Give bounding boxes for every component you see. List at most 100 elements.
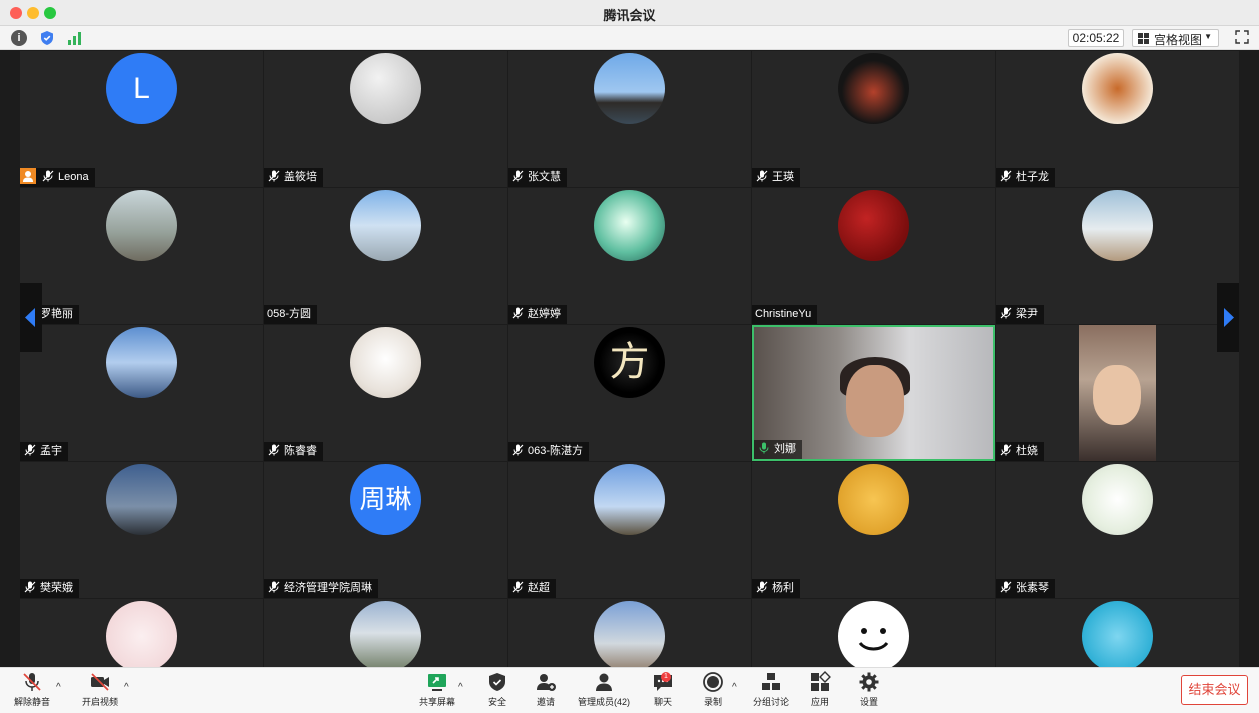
mic-muted-icon (512, 170, 524, 182)
participant-tile[interactable]: 孟宇 (20, 325, 263, 461)
apps-label: 应用 (810, 697, 829, 707)
gear-icon (859, 672, 879, 692)
participant-name: 杜娆 (1016, 445, 1038, 457)
security-label: 安全 (487, 697, 506, 707)
previous-page-button[interactable] (20, 283, 42, 352)
share-options-chevron[interactable]: ^ (458, 682, 463, 693)
avatar (1082, 53, 1153, 124)
record-button[interactable]: 录制 (699, 671, 727, 708)
grid-view-icon (1138, 33, 1149, 44)
participant-tile[interactable] (752, 599, 995, 667)
record-label: 录制 (703, 697, 722, 707)
participant-tile[interactable] (996, 599, 1239, 667)
avatar (350, 190, 421, 261)
participant-tile[interactable]: 杜娆 (996, 325, 1239, 461)
participant-name-tag: 经济管理学院周琳 (264, 579, 378, 598)
avatar (106, 190, 177, 261)
participant-tile[interactable]: 赵超 (508, 462, 751, 598)
participant-name: 赵婷婷 (528, 308, 561, 320)
video-options-chevron[interactable]: ^ (124, 682, 129, 693)
next-page-button[interactable] (1217, 283, 1239, 352)
view-mode-select[interactable]: 宫格视图 ▼ (1132, 29, 1219, 47)
mic-muted-icon (512, 581, 524, 593)
participant-tile[interactable]: 梁尹 (996, 188, 1239, 324)
bottom-toolbar: 解除静音 ^ 开启视频 ^ 共享屏幕 ^ 安全 邀请 管理成员(42) 1 聊天… (0, 667, 1259, 713)
audio-options-chevron[interactable]: ^ (56, 682, 61, 693)
chat-label: 聊天 (653, 697, 672, 707)
shield-icon[interactable] (39, 30, 55, 46)
participant-tile[interactable] (508, 599, 751, 667)
mic-muted-icon (1000, 307, 1012, 319)
participant-tile[interactable]: 盖筱培 (264, 51, 507, 187)
participant-tile[interactable]: 樊荣娥 (20, 462, 263, 598)
participant-tile[interactable]: 赵婷婷 (508, 188, 751, 324)
participant-tile[interactable]: 王瑛 (752, 51, 995, 187)
participant-name: 罗艳丽 (40, 308, 73, 320)
manage-members-button[interactable]: 管理成员(42) (575, 671, 633, 708)
meeting-window: 腾讯会议 i 02:05:22 宫格视图 ▼ L Leona 盖筱培 张文慧 王瑛 杜子龙… (0, 0, 1259, 713)
participant-tile[interactable]: 张文慧 (508, 51, 751, 187)
breakout-rooms-button[interactable]: 分组讨论 (753, 671, 789, 708)
participant-name: 杨利 (772, 582, 794, 594)
apps-icon (811, 671, 831, 691)
participant-name-tag: ChristineYu (752, 305, 818, 324)
avatar (838, 190, 909, 261)
participant-name: 樊荣娥 (40, 582, 73, 594)
security-shield-icon (489, 673, 505, 691)
participant-name-tag: 梁尹 (996, 305, 1044, 324)
participant-tile[interactable]: 陈睿睿 (264, 325, 507, 461)
mic-muted-icon (23, 673, 41, 691)
participant-tile[interactable]: 058-方圆 (264, 188, 507, 324)
mic-muted-icon (756, 170, 768, 182)
participant-name: 经济管理学院周琳 (284, 582, 372, 594)
participant-tile[interactable]: L Leona (20, 51, 263, 187)
mic-muted-icon (1000, 170, 1012, 182)
participant-name: 063-陈湛方 (528, 445, 584, 457)
participant-name: 梁尹 (1016, 308, 1038, 320)
participant-tile[interactable] (20, 599, 263, 667)
chat-button[interactable]: 1 聊天 (649, 671, 677, 708)
participant-tile[interactable]: 罗艳丽 (20, 188, 263, 324)
avatar (838, 53, 909, 124)
participant-tile[interactable]: 刘娜 (752, 325, 995, 461)
participant-name: 刘娜 (774, 443, 796, 455)
security-button[interactable]: 安全 (483, 671, 511, 708)
end-meeting-button[interactable]: 结束会议 (1181, 675, 1248, 705)
chat-unread-badge: 1 (661, 672, 671, 682)
breakout-icon (762, 673, 780, 690)
mic-muted-icon (24, 581, 36, 593)
top-toolbar: i 02:05:22 宫格视图 ▼ (0, 26, 1259, 50)
participant-name: 杜子龙 (1016, 171, 1049, 183)
record-options-chevron[interactable]: ^ (732, 682, 737, 693)
apps-button[interactable]: 应用 (806, 671, 834, 708)
title-bar: 腾讯会议 (0, 0, 1259, 26)
participant-name-tag: 058-方圆 (264, 305, 318, 324)
host-icon (20, 168, 36, 184)
participant-tile[interactable]: 张素琴 (996, 462, 1239, 598)
participant-video-feed (1079, 325, 1156, 461)
participant-name: Leona (58, 171, 89, 183)
members-icon (596, 673, 612, 691)
avatar (838, 601, 909, 667)
signal-icon[interactable] (67, 30, 83, 46)
record-icon (703, 672, 723, 692)
participant-tile[interactable]: 杨利 (752, 462, 995, 598)
unmute-button[interactable]: 解除静音 (12, 671, 52, 708)
fullscreen-icon[interactable] (1235, 30, 1249, 44)
participant-tile[interactable]: 杜子龙 (996, 51, 1239, 187)
manage-members-label: 管理成员(42) (577, 697, 630, 707)
settings-button[interactable]: 设置 (855, 671, 883, 708)
participant-name-tag: 孟宇 (20, 442, 68, 461)
participant-name-tag: 张文慧 (508, 168, 567, 187)
participant-tile[interactable]: 方 063-陈湛方 (508, 325, 751, 461)
participant-tile[interactable]: ChristineYu (752, 188, 995, 324)
participant-name: 王瑛 (772, 171, 794, 183)
participant-tile[interactable] (264, 599, 507, 667)
participant-name-tag: 陈睿睿 (264, 442, 323, 461)
mic-muted-icon (268, 170, 280, 182)
share-screen-button[interactable]: 共享屏幕 (417, 671, 457, 708)
participant-tile[interactable]: 周琳 经济管理学院周琳 (264, 462, 507, 598)
info-icon[interactable]: i (11, 30, 27, 46)
start-video-button[interactable]: 开启视频 (80, 671, 120, 708)
invite-button[interactable]: 邀请 (532, 671, 560, 708)
